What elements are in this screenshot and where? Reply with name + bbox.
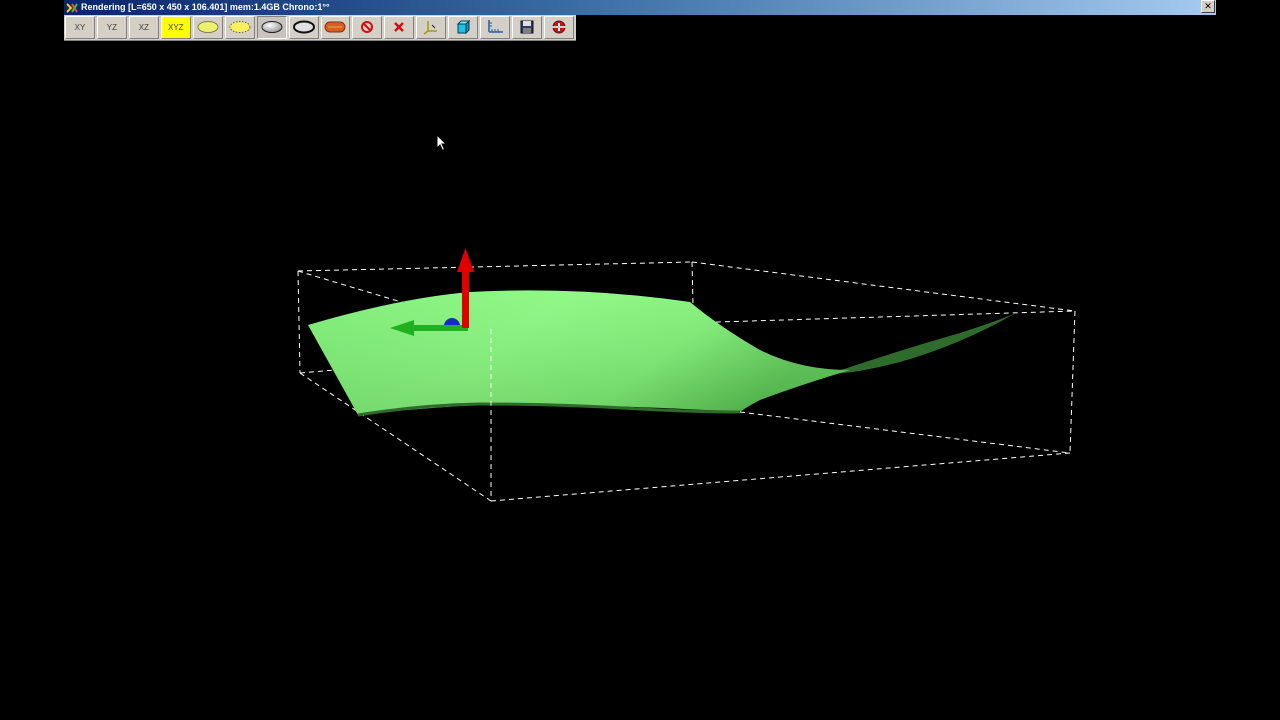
view-xy-button[interactable]: XY [65, 16, 95, 39]
measure-icon [486, 19, 504, 37]
rendering-window: Rendering [L=650 x 450 x 106.401] mem:1.… [0, 0, 1280, 720]
surface-shading [308, 290, 850, 415]
shaded-ellipse-icon [260, 20, 284, 36]
delete-button[interactable] [384, 16, 415, 39]
delete-icon [392, 20, 406, 36]
add-remove-icon [548, 20, 570, 36]
dotted-ellipse-button[interactable] [224, 16, 255, 39]
outline-ellipse-icon [292, 20, 316, 36]
measure-button[interactable] [480, 16, 511, 39]
textured-shape-button[interactable] [320, 16, 351, 39]
add-remove-button[interactable] [544, 16, 574, 39]
cube-button[interactable] [448, 16, 479, 39]
view-xz-button[interactable]: XZ [128, 16, 159, 39]
axes-icon [423, 19, 439, 37]
textured-shape-icon [323, 20, 347, 36]
window-title: Rendering [L=650 x 450 x 106.401] mem:1.… [81, 2, 330, 12]
outline-ellipse-button[interactable] [288, 16, 319, 39]
toolbar: XY YZ XZ XYZ [64, 15, 576, 41]
dotted-ellipse-icon [228, 20, 252, 36]
cube-icon [455, 19, 471, 37]
view-yz-button[interactable]: YZ [96, 16, 127, 39]
stop-button[interactable] [352, 16, 383, 39]
stop-icon [360, 20, 374, 36]
view-xyz-button[interactable]: XYZ [160, 16, 191, 39]
scene-canvas[interactable] [0, 41, 1280, 720]
close-button[interactable]: ✕ [1201, 0, 1215, 13]
wireframe-ellipse-icon [196, 20, 220, 36]
shaded-ellipse-button[interactable] [256, 16, 287, 39]
render-viewport[interactable] [0, 41, 1280, 720]
wireframe-ellipse-button[interactable] [192, 16, 223, 39]
axes-button[interactable] [416, 16, 447, 39]
close-icon: ✕ [1204, 1, 1212, 11]
title-bar[interactable]: Rendering [L=650 x 450 x 106.401] mem:1.… [64, 0, 1216, 15]
app-logo-icon [66, 2, 78, 14]
save-button[interactable] [512, 16, 543, 39]
save-icon [520, 20, 534, 36]
surface-underside [820, 313, 1016, 377]
